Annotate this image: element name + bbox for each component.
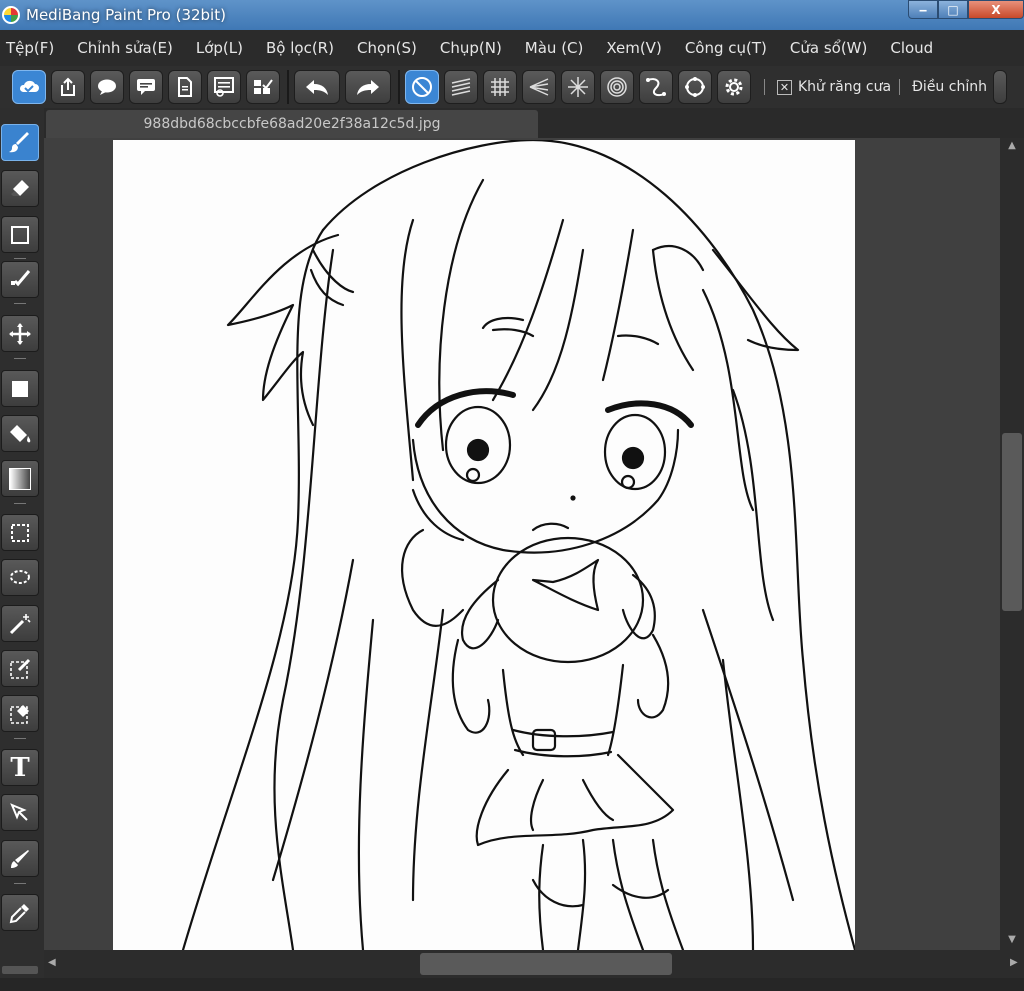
select-rectangle-tool-icon[interactable] bbox=[1, 514, 39, 551]
toolbar-separator bbox=[287, 70, 289, 104]
menu-color[interactable]: Màu (C) bbox=[525, 39, 584, 57]
snap-off-icon[interactable] bbox=[405, 70, 439, 104]
antialias-checkbox[interactable]: ✕ bbox=[777, 79, 792, 95]
minimize-button[interactable]: ‒ bbox=[908, 0, 938, 19]
list-settings-icon[interactable] bbox=[207, 70, 241, 104]
toolbar-divider bbox=[764, 79, 765, 95]
scroll-right-arrow-icon[interactable]: ▶ bbox=[1010, 957, 1018, 968]
line-art-drawing bbox=[181, 140, 855, 950]
brush-tool-icon[interactable] bbox=[1, 124, 39, 161]
horizontal-scroll-thumb[interactable] bbox=[420, 953, 672, 975]
cloud-save-icon[interactable] bbox=[12, 70, 46, 104]
gradient-swatch bbox=[9, 467, 31, 490]
fill-rectangle-tool-icon[interactable] bbox=[1, 370, 39, 407]
palette-separator bbox=[14, 303, 26, 304]
menu-edit[interactable]: Chỉnh sửa(E) bbox=[77, 39, 173, 57]
antialias-option[interactable]: ✕ Khử răng cưa bbox=[777, 79, 891, 95]
adjust-button[interactable]: Điều chỉnh bbox=[912, 79, 987, 95]
speech-bubble-icon[interactable] bbox=[90, 70, 124, 104]
circle-snap-icon[interactable] bbox=[678, 70, 712, 104]
document-tab[interactable]: 988dbd68cbccbfe68ad20e2f38a12c5d.jpg bbox=[46, 110, 538, 138]
bucket-fill-tool-icon[interactable] bbox=[1, 415, 39, 452]
palette-separator bbox=[14, 738, 26, 739]
menu-view[interactable]: Xem(V) bbox=[606, 39, 661, 57]
menu-filter[interactable]: Bộ lọc(R) bbox=[266, 39, 334, 57]
menu-window[interactable]: Cửa sổ(W) bbox=[790, 39, 867, 57]
document-tab-bar: 988dbd68cbccbfe68ad20e2f38a12c5d.jpg bbox=[44, 108, 1024, 138]
text-tool-icon[interactable]: T bbox=[1, 749, 39, 786]
menu-capture[interactable]: Chụp(N) bbox=[440, 39, 502, 57]
main-toolbar: ✕ Khử răng cưa Điều chỉnh bbox=[0, 66, 1024, 108]
canvas-workspace[interactable] bbox=[44, 138, 1000, 950]
antialias-label: Khử răng cưa bbox=[798, 79, 892, 95]
menu-layer[interactable]: Lớp(L) bbox=[196, 39, 243, 57]
palette-scroll-handle[interactable] bbox=[2, 966, 38, 974]
status-bar bbox=[0, 978, 1024, 991]
move-tool-icon[interactable] bbox=[1, 315, 39, 352]
scroll-up-arrow-icon[interactable]: ▲ bbox=[1004, 140, 1020, 154]
concentric-snap-icon[interactable] bbox=[600, 70, 634, 104]
tool-palette: T bbox=[0, 108, 44, 991]
comment-icon[interactable] bbox=[129, 70, 163, 104]
share-icon[interactable] bbox=[51, 70, 85, 104]
window-title: MediBang Paint Pro (32bit) bbox=[26, 6, 226, 24]
title-bar: MediBang Paint Pro (32bit) ‒ □ X bbox=[0, 0, 1024, 30]
radial-snap-icon[interactable] bbox=[561, 70, 595, 104]
redo-icon[interactable] bbox=[345, 70, 391, 104]
app-logo-icon bbox=[2, 6, 20, 24]
menu-cloud[interactable]: Cloud bbox=[890, 39, 933, 57]
maximize-button[interactable]: □ bbox=[938, 0, 968, 19]
select-pen-tool-icon[interactable] bbox=[1, 650, 39, 687]
palette-separator bbox=[14, 503, 26, 504]
toolbar-separator bbox=[398, 70, 400, 104]
checklist-icon[interactable] bbox=[246, 70, 280, 104]
eraser-tool-icon[interactable] bbox=[1, 170, 39, 207]
vertical-scroll-thumb[interactable] bbox=[1002, 433, 1022, 611]
toolbar-overflow-button[interactable] bbox=[992, 70, 1007, 104]
scroll-left-arrow-icon[interactable]: ◀ bbox=[48, 957, 56, 968]
gradient-tool-icon[interactable] bbox=[1, 460, 39, 497]
settings-gear-icon[interactable] bbox=[717, 70, 751, 104]
lasso-select-tool-icon[interactable] bbox=[1, 559, 39, 596]
grid-snap-icon[interactable] bbox=[483, 70, 517, 104]
curve-snap-icon[interactable] bbox=[639, 70, 673, 104]
operation-tool-icon[interactable] bbox=[1, 794, 39, 831]
perspective-snap-icon[interactable] bbox=[522, 70, 556, 104]
menu-select[interactable]: Chọn(S) bbox=[357, 39, 417, 57]
dot-tool-icon[interactable] bbox=[1, 261, 39, 298]
drawing-canvas[interactable] bbox=[113, 140, 855, 950]
document-icon[interactable] bbox=[168, 70, 202, 104]
menu-bar: Tệp(F) Chỉnh sửa(E) Lớp(L) Bộ lọc(R) Chọ… bbox=[0, 30, 1024, 66]
undo-icon[interactable] bbox=[294, 70, 340, 104]
palette-separator bbox=[14, 883, 26, 884]
toolbar-divider bbox=[899, 79, 901, 95]
select-eraser-tool-icon[interactable] bbox=[1, 695, 39, 732]
eyedropper-tool-icon[interactable] bbox=[1, 894, 39, 931]
palette-separator bbox=[14, 258, 26, 259]
blur-tool-icon[interactable] bbox=[1, 840, 39, 877]
scroll-down-arrow-icon[interactable]: ▼ bbox=[1004, 934, 1020, 948]
close-button[interactable]: X bbox=[968, 0, 1024, 19]
vertical-scrollbar[interactable]: ▲ ▼ bbox=[1000, 138, 1024, 950]
parallel-snap-icon[interactable] bbox=[444, 70, 478, 104]
menu-tools[interactable]: Công cụ(T) bbox=[685, 39, 767, 57]
rectangle-outline-tool-icon[interactable] bbox=[1, 216, 39, 253]
magic-wand-tool-icon[interactable] bbox=[1, 605, 39, 642]
horizontal-scrollbar[interactable]: ◀ ▶ bbox=[44, 950, 1024, 978]
window-controls: ‒ □ X bbox=[908, 0, 1024, 19]
palette-separator bbox=[14, 358, 26, 359]
menu-file[interactable]: Tệp(F) bbox=[6, 39, 54, 57]
